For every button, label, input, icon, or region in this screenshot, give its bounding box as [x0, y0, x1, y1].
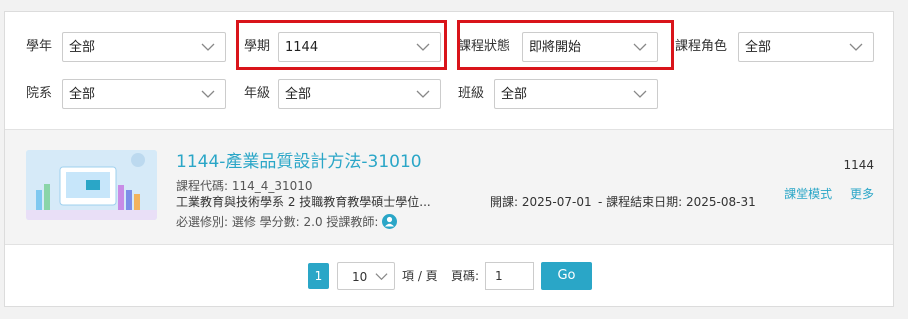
dept-select[interactable]: 全部 — [62, 79, 226, 109]
teacher-avatar-icon[interactable] — [382, 214, 398, 229]
chevron-down-icon — [201, 43, 215, 51]
course-end-date: - 課程結束日期: 2025-08-31 — [598, 195, 756, 209]
chevron-down-icon — [416, 90, 430, 98]
course-thumbnail[interactable] — [26, 150, 157, 220]
year-select[interactable]: 全部 — [62, 32, 226, 62]
per-page-label: 項 / 頁 — [402, 269, 438, 283]
class-select-value: 全部 — [501, 87, 528, 102]
course-illustration-icon — [26, 150, 157, 220]
term-highlight-box — [236, 20, 447, 70]
grade-label: 年級 — [244, 86, 271, 101]
dept-label: 院系 — [26, 86, 53, 101]
role-select-value: 全部 — [745, 40, 772, 55]
grade-select[interactable]: 全部 — [278, 79, 441, 109]
go-button[interactable]: Go — [541, 262, 592, 290]
year-label: 學年 — [26, 39, 53, 54]
class-select[interactable]: 全部 — [494, 79, 658, 109]
filter-area: 學年 全部 學期 1144 課程狀態 即將開始 課程角色 全部 院系 全部 年級 — [5, 12, 893, 129]
page-number-label: 頁碼: — [451, 269, 480, 283]
role-select[interactable]: 全部 — [738, 32, 874, 62]
classroom-mode-link[interactable]: 課堂模式 — [784, 187, 832, 201]
class-label: 班級 — [458, 86, 485, 101]
role-label: 課程角色 — [675, 39, 728, 54]
page-number-input[interactable]: 1 — [485, 262, 534, 290]
grade-select-value: 全部 — [285, 87, 312, 102]
course-start-date: 開課: 2025-07-01 — [490, 195, 592, 209]
course-department: 工業教育與技術學系 2 技職教育教學碩士學位... — [176, 195, 431, 209]
more-link[interactable]: 更多 — [850, 187, 874, 201]
course-title-link[interactable]: 1144-產業品質設計方法-31010 — [176, 151, 422, 173]
chevron-down-icon — [633, 90, 647, 98]
course-meta: 必選修別: 選修 學分數: 2.0 授課教師: — [176, 214, 398, 230]
course-meta-text: 必選修別: 選修 學分數: 2.0 授課教師: — [176, 215, 379, 229]
course-code: 課程代碼: 114_4_31010 — [176, 179, 313, 193]
course-list-panel: 學年 全部 學期 1144 課程狀態 即將開始 課程角色 全部 院系 全部 年級 — [4, 11, 894, 307]
chevron-down-icon — [849, 43, 863, 51]
course-term-tag: 1144 — [843, 158, 874, 172]
chevron-down-icon — [375, 273, 388, 281]
year-select-value: 全部 — [69, 40, 96, 55]
status-highlight-box — [457, 20, 674, 70]
pagination: 1 10 項 / 頁 頁碼: 1 Go — [308, 262, 608, 290]
dept-select-value: 全部 — [69, 87, 96, 102]
page-1-button[interactable]: 1 — [308, 263, 329, 289]
page-size-value: 10 — [352, 270, 368, 284]
course-list-item: 1144-產業品質設計方法-31010 課程代碼: 114_4_31010 工業… — [5, 129, 893, 245]
page-size-select[interactable]: 10 — [337, 262, 395, 290]
chevron-down-icon — [201, 90, 215, 98]
course-actions: 課堂模式 更多 — [770, 186, 874, 202]
